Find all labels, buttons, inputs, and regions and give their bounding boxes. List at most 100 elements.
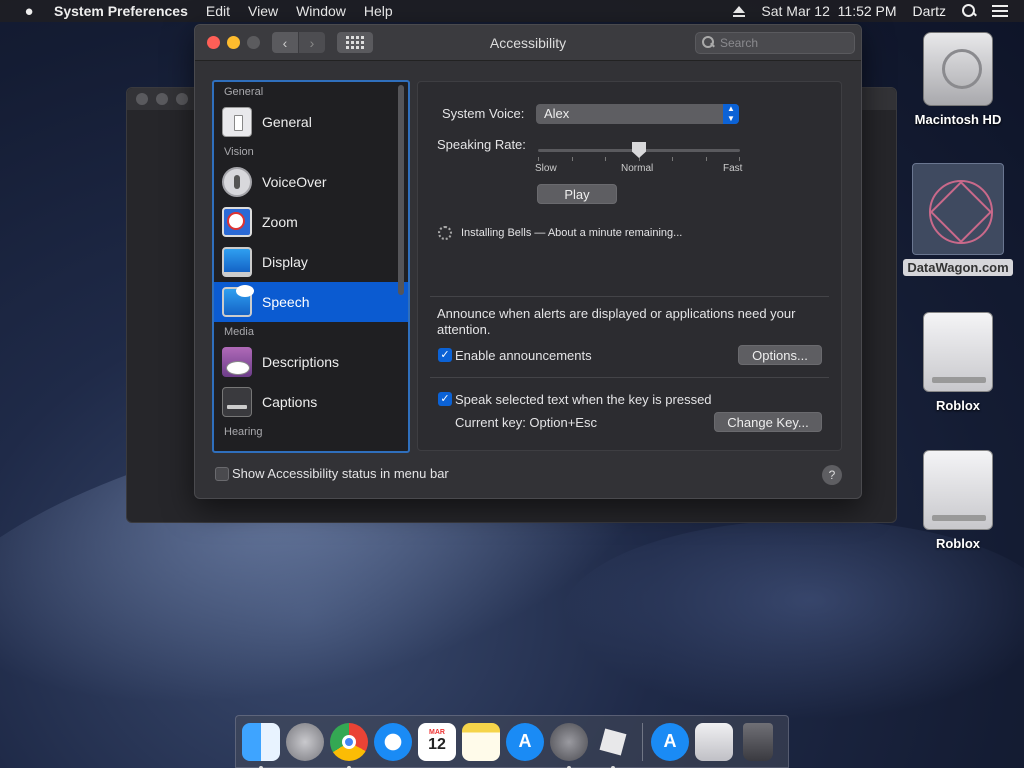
bg-zoom-button[interactable] <box>176 93 188 105</box>
sidebar-header-general: General <box>224 86 264 98</box>
voiceover-icon <box>222 167 252 197</box>
menu-clock[interactable]: Sat Mar 12 11:52 PM <box>761 3 896 19</box>
app-store-icon[interactable]: A <box>506 722 544 761</box>
sidebar-item-label: Zoom <box>262 214 298 230</box>
system-voice-select[interactable]: Alex ▲ ▼ <box>536 104 739 124</box>
bg-close-button[interactable] <box>136 93 148 105</box>
sidebar-header-hearing: Hearing <box>224 426 263 438</box>
desktop-icon-macintosh-hd[interactable]: Macintosh HD <box>903 32 1013 127</box>
datawagon-icon <box>912 163 1004 255</box>
slider-tick <box>739 157 740 161</box>
captions-icon <box>222 387 252 417</box>
hard-drive-icon <box>923 32 993 106</box>
external-drive-icon <box>923 312 993 392</box>
notes-icon[interactable] <box>462 722 500 761</box>
trash-icon[interactable] <box>743 722 773 761</box>
dock: MAR 12 A A <box>235 715 789 768</box>
desktop-icon-label: Roblox <box>935 398 981 413</box>
sidebar-item-general[interactable]: General <box>214 102 408 142</box>
sidebar-item-label: Display <box>262 254 308 270</box>
desktop-icon-label: DataWagon.com <box>903 259 1013 276</box>
slider-tick <box>672 157 673 161</box>
play-button[interactable]: Play <box>537 184 617 204</box>
sidebar-item-descriptions[interactable]: Descriptions <box>214 342 408 382</box>
rate-normal-label: Normal <box>621 163 654 174</box>
calendar-icon[interactable]: MAR 12 <box>418 722 456 761</box>
dock-separator <box>642 722 643 761</box>
rate-fast-label: Fast <box>723 163 743 174</box>
slider-tick <box>572 157 573 161</box>
options-button[interactable]: Options... <box>738 345 822 365</box>
notification-center-icon[interactable] <box>992 5 1008 17</box>
category-sidebar[interactable]: General General Vision VoiceOver Zoom Di… <box>212 80 410 453</box>
window-titlebar: ‹ › Accessibility <box>195 25 861 61</box>
sidebar-item-label: Captions <box>262 394 318 410</box>
sidebar-item-label: Descriptions <box>262 354 340 370</box>
chevron-updown-icon: ▲ ▼ <box>723 104 739 124</box>
preview-icon[interactable] <box>695 722 733 761</box>
enable-announcements-checkbox[interactable]: ✓ <box>438 348 452 362</box>
installer-icon[interactable]: A <box>651 722 689 761</box>
sidebar-item-captions[interactable]: Captions <box>214 382 408 422</box>
speak-selected-checkbox[interactable]: ✓ <box>438 392 452 406</box>
system-preferences-icon[interactable] <box>550 722 588 768</box>
speech-panel: System Voice: Alex ▲ ▼ Speaking Rate: Slo… <box>417 81 842 451</box>
spotlight-icon[interactable] <box>962 4 976 18</box>
rate-slow-label: Slow <box>535 163 557 174</box>
chrome-icon[interactable] <box>330 722 368 768</box>
sidebar-item-speech[interactable]: Speech <box>214 282 408 322</box>
finder-icon[interactable] <box>242 722 280 768</box>
slider-tick <box>605 157 606 161</box>
desktop-icon-label: Roblox <box>935 536 981 551</box>
desktop-icon-roblox-1[interactable]: Roblox <box>903 312 1013 413</box>
sidebar-item-label: General <box>262 114 312 130</box>
sidebar-header-vision: Vision <box>224 146 254 158</box>
menu-help[interactable]: Help <box>364 3 393 19</box>
speaking-rate-label: Speaking Rate: <box>437 137 526 152</box>
search-icon <box>702 36 716 50</box>
speech-icon <box>222 285 254 317</box>
announce-description: Announce when alerts are displayed or ap… <box>437 306 796 337</box>
sidebar-scrollbar[interactable] <box>398 85 404 295</box>
sidebar-item-display[interactable]: Display <box>214 242 408 282</box>
safari-icon[interactable] <box>374 722 412 761</box>
menu-view[interactable]: View <box>248 3 278 19</box>
menu-edit[interactable]: Edit <box>206 3 230 19</box>
sidebar-item-voiceover[interactable]: VoiceOver <box>214 162 408 202</box>
sidebar-item-label: VoiceOver <box>262 174 327 190</box>
accessibility-window: ‹ › Accessibility General General Vision… <box>194 24 862 499</box>
help-button[interactable]: ? <box>822 465 842 485</box>
sidebar-item-zoom[interactable]: Zoom <box>214 202 408 242</box>
enable-announcements-label[interactable]: Enable announcements <box>455 348 592 363</box>
bg-minimize-button[interactable] <box>156 93 168 105</box>
system-voice-label: System Voice: <box>442 106 525 121</box>
search-field[interactable] <box>695 32 855 54</box>
menu-window[interactable]: Window <box>296 3 346 19</box>
slider-tick <box>706 157 707 161</box>
show-status-label[interactable]: Show Accessibility status in menu bar <box>232 466 449 481</box>
speaking-rate-slider[interactable] <box>538 142 740 161</box>
menu-user[interactable]: Dartz <box>913 3 946 19</box>
display-icon <box>222 247 252 277</box>
search-input[interactable] <box>720 36 840 50</box>
speaking-rate-knob[interactable] <box>632 142 646 158</box>
launchpad-icon[interactable] <box>286 722 324 761</box>
desktop-icon-roblox-2[interactable]: Roblox <box>903 450 1013 551</box>
speak-selected-label[interactable]: Speak selected text when the key is pres… <box>455 392 712 407</box>
apple-menu-icon[interactable]: ● <box>18 3 40 20</box>
desktop-icon-label: Macintosh HD <box>914 112 1002 127</box>
calendar-day: 12 <box>428 736 446 753</box>
zoom-icon <box>222 207 252 237</box>
change-key-button[interactable]: Change Key... <box>714 412 822 432</box>
section-divider <box>430 296 829 297</box>
system-voice-value: Alex <box>544 106 570 121</box>
progress-spinner-icon <box>438 226 452 240</box>
install-status-text: Installing Bells — About a minute remain… <box>461 227 683 239</box>
roblox-icon[interactable] <box>594 723 632 768</box>
menu-bar: ● System Preferences Edit View Window He… <box>0 0 1024 22</box>
slider-tick <box>538 157 539 161</box>
eject-icon[interactable] <box>733 5 746 17</box>
desktop-icon-datawagon[interactable]: DataWagon.com <box>903 163 1013 276</box>
show-status-checkbox[interactable] <box>215 467 229 481</box>
menu-app-name[interactable]: System Preferences <box>54 3 188 19</box>
